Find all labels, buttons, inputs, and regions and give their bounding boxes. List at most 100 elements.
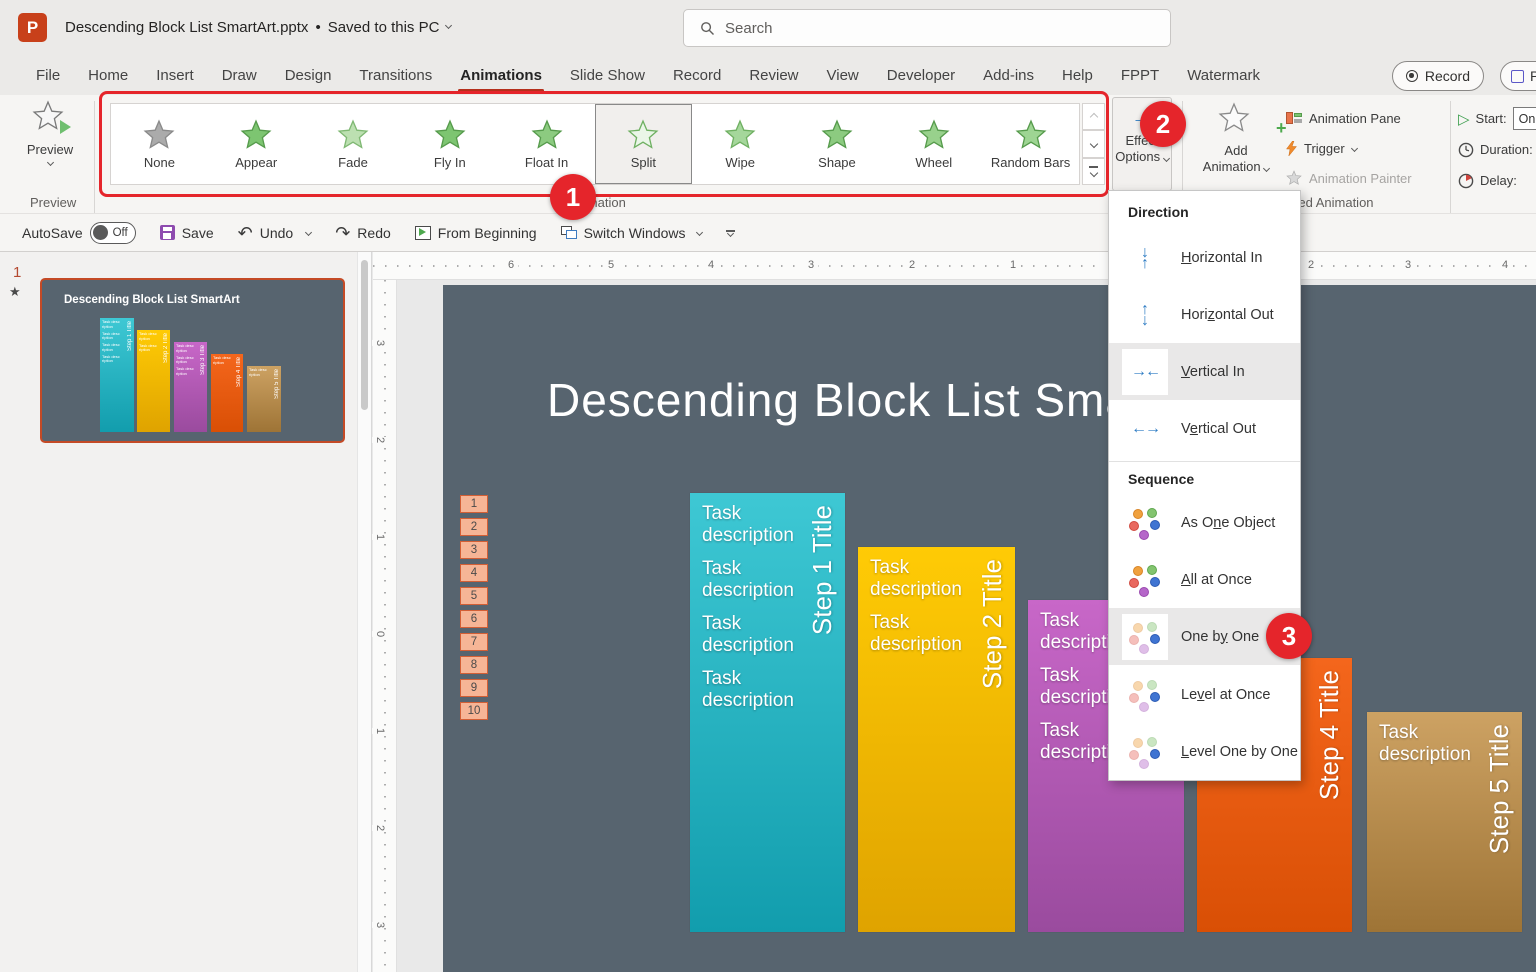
appear-star-icon [240, 119, 272, 151]
animation-painter-button[interactable]: Animation Painter [1286, 163, 1456, 193]
thumbnail-slide-title: Descending Block List SmartArt [64, 294, 240, 306]
present-button[interactable]: P [1500, 61, 1536, 91]
animation-order-tag[interactable]: 6 [460, 610, 488, 628]
animation-random-bars[interactable]: Random Bars [982, 104, 1079, 184]
tab-file[interactable]: File [22, 58, 74, 94]
tab-animations[interactable]: Animations [446, 58, 556, 94]
animation-order-tag[interactable]: 3 [460, 541, 488, 559]
animation-wipe[interactable]: Wipe [692, 104, 789, 184]
menu-item-all-at-once[interactable]: All at Once [1109, 551, 1300, 608]
as-one-object-icon [1129, 508, 1161, 538]
duration-label: Duration: [1480, 142, 1533, 157]
menu-item-horizontal-out[interactable]: ↑↓ Horizontal Out [1109, 286, 1300, 343]
gallery-scrollbar [1082, 103, 1105, 185]
tab-design[interactable]: Design [271, 58, 346, 94]
tab-view[interactable]: View [813, 58, 873, 94]
preview-label: Preview [27, 142, 73, 157]
animation-fly-in[interactable]: ↑ Fly In [401, 104, 498, 184]
ribbon: Preview None Appear Fade ↑ Fly In [0, 95, 1536, 213]
task-description: Task description [702, 668, 806, 712]
save-button[interactable]: Save [160, 225, 214, 241]
thumbnail-block-step-2: Task descriptionTask description Step 2 … [137, 330, 170, 432]
animation-pane-button[interactable]: Animation Pane [1286, 103, 1456, 133]
menu-item-level-one-by-one[interactable]: Level One by One [1109, 723, 1300, 780]
menu-item-level-at-once[interactable]: Level at Once [1109, 666, 1300, 723]
animation-order-tag[interactable]: 8 [460, 656, 488, 674]
tab-home[interactable]: Home [74, 58, 142, 94]
thumbnail-panel-scrollbar[interactable] [357, 252, 371, 972]
from-beginning-button[interactable]: From Beginning [415, 225, 537, 241]
animation-pane-icon [1286, 112, 1302, 124]
undo-button[interactable]: ↶ Undo [238, 225, 312, 241]
search-input[interactable]: Search [683, 9, 1171, 47]
chevron-down-icon [695, 229, 702, 236]
gallery-more-button[interactable] [1082, 158, 1105, 185]
title-bar: P Descending Block List SmartArt.pptx • … [0, 0, 1536, 56]
switch-windows-icon [561, 226, 577, 240]
animation-none[interactable]: None [111, 104, 208, 184]
redo-button[interactable]: ↷ Redo [335, 225, 391, 241]
start-value-dropdown[interactable]: On [1513, 107, 1536, 130]
thumbnail-block-step-5: Task description Step 5 Title [247, 366, 281, 432]
toggle-off-icon[interactable]: Off [90, 222, 136, 244]
from-beginning-icon [415, 226, 431, 240]
tab-developer[interactable]: Developer [873, 58, 969, 94]
animation-fade[interactable]: Fade [305, 104, 402, 184]
document-title[interactable]: Descending Block List SmartArt.pptx • Sa… [65, 19, 451, 36]
duration-setting: Duration: [1458, 134, 1536, 165]
animation-painter-icon [1286, 170, 1302, 186]
gallery-scroll-down-button[interactable] [1082, 130, 1105, 157]
animation-appear[interactable]: Appear [208, 104, 305, 184]
animation-order-tag[interactable]: 10 [460, 702, 488, 720]
animation-split[interactable]: Split [595, 104, 692, 184]
slide-canvas[interactable]: Descending Block List SmartArt 1 2 3 4 5… [443, 285, 1536, 972]
trigger-button[interactable]: Trigger [1286, 133, 1456, 163]
animation-order-tag[interactable]: 5 [460, 587, 488, 605]
animation-order-tag[interactable]: 2 [460, 518, 488, 536]
smartart-block-step-2[interactable]: Task description Task description Step 2… [858, 547, 1015, 932]
autosave-toggle[interactable]: AutoSave Off [22, 222, 136, 244]
slide-number: 1 [13, 264, 21, 281]
tab-help[interactable]: Help [1048, 58, 1107, 94]
animation-order-tag[interactable]: 7 [460, 633, 488, 651]
tab-review[interactable]: Review [735, 58, 812, 94]
animation-shape[interactable]: Shape [789, 104, 886, 184]
tab-slide-show[interactable]: Slide Show [556, 58, 659, 94]
powerpoint-logo-letter: P [27, 18, 38, 38]
start-label: Start: [1476, 111, 1507, 126]
animation-order-tag[interactable]: 4 [460, 564, 488, 582]
animation-float-in[interactable]: ↑ Float In [498, 104, 595, 184]
slide-1-thumbnail[interactable]: Descending Block List SmartArt Task desc… [40, 278, 345, 443]
tab-draw[interactable]: Draw [208, 58, 271, 94]
preview-button[interactable]: Preview [18, 100, 82, 190]
animation-order-tag[interactable]: 1 [460, 495, 488, 513]
menu-item-vertical-in[interactable]: →← Vertical In [1109, 343, 1300, 400]
smartart-block-step-1[interactable]: Task description Task description Task d… [690, 493, 845, 932]
record-button[interactable]: Record [1392, 61, 1484, 91]
menu-item-as-one-object[interactable]: As One Object [1109, 494, 1300, 551]
quick-access-toolbar: AutoSave Off Save ↶ Undo ↷ Redo From Beg… [0, 213, 1536, 252]
menu-item-horizontal-in[interactable]: ↓↑ Horizontal In [1109, 229, 1300, 286]
gallery-scroll-up-button[interactable] [1082, 103, 1105, 130]
tab-transitions[interactable]: Transitions [345, 58, 446, 94]
tab-watermark[interactable]: Watermark [1173, 58, 1274, 94]
powerpoint-logo-icon[interactable]: P [18, 13, 47, 42]
start-play-icon: ▷ [1458, 110, 1470, 128]
tab-insert[interactable]: Insert [142, 58, 208, 94]
autosave-label: AutoSave [22, 225, 83, 241]
thumbnail-block-step-4: Task description Step 4 Title [211, 354, 243, 432]
tab-record[interactable]: Record [659, 58, 735, 94]
title-separator: • [315, 19, 320, 36]
animation-order-tag[interactable]: 9 [460, 679, 488, 697]
vertical-ruler: 3 2 1 0 1 2 3 [373, 280, 397, 972]
add-animation-button[interactable]: + Add Animation [1196, 100, 1276, 190]
menu-item-vertical-out[interactable]: ←→ Vertical Out [1109, 400, 1300, 457]
toolbar-overflow-button[interactable] [726, 230, 735, 236]
tab-add-ins[interactable]: Add-ins [969, 58, 1048, 94]
switch-windows-button[interactable]: Switch Windows [561, 225, 702, 241]
animation-wheel[interactable]: Wheel [885, 104, 982, 184]
chevron-down-icon[interactable] [305, 229, 312, 236]
tab-fppt[interactable]: FPPT [1107, 58, 1173, 94]
smartart-block-step-5[interactable]: Task description Step 5 Title [1367, 712, 1522, 932]
wipe-star-icon [724, 119, 756, 151]
